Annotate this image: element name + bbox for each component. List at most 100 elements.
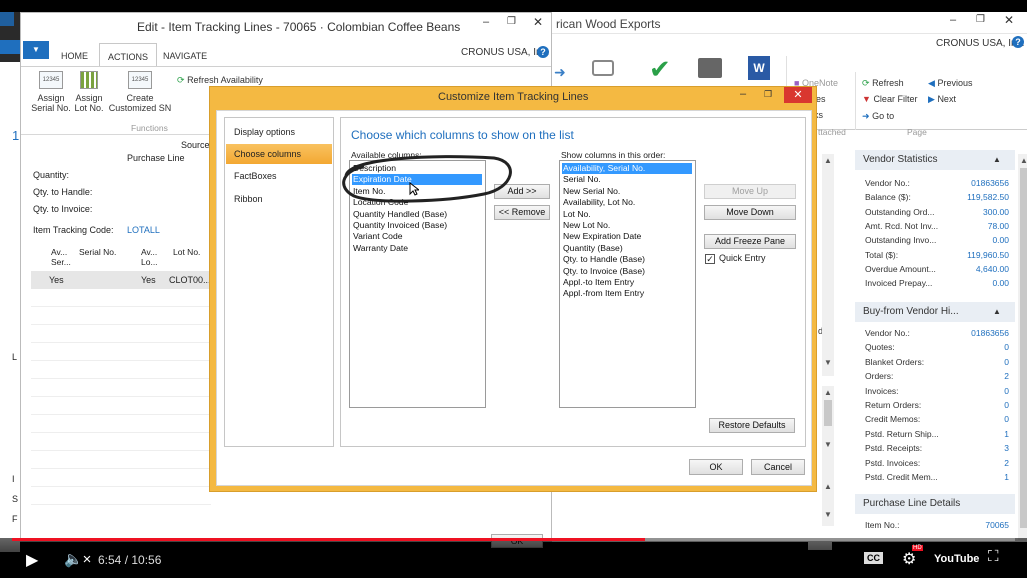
factbox-value[interactable]: 0.00 (992, 235, 1009, 245)
factbox-value[interactable]: 300.00 (983, 207, 1009, 217)
tab-home[interactable]: HOME (53, 47, 96, 65)
lines-scroll-down-icon[interactable]: ▼ (824, 440, 832, 449)
factbox-value[interactable]: 0 (1004, 400, 1009, 410)
factbox-value[interactable]: 01863656 (971, 328, 1009, 338)
list-item[interactable]: Quantity Handled (Base) (352, 209, 482, 220)
factbox-value[interactable]: 1 (1004, 429, 1009, 439)
close-icon[interactable]: ✕ (1004, 13, 1014, 27)
scroll-thumb[interactable] (824, 400, 832, 426)
factbox-value[interactable]: 1 (1004, 472, 1009, 482)
factbox-value[interactable]: 4,640.00 (976, 264, 1009, 274)
purchase-line-details-header[interactable]: Purchase Line Details (855, 494, 1015, 514)
list-item[interactable]: Availability, Lot No. (562, 197, 692, 208)
create-customized-sn-button[interactable]: 12345 Create Customized SN (107, 71, 173, 113)
list-item[interactable]: Availability, Serial No. (562, 163, 692, 174)
volume-muted-icon[interactable]: 🔈× (64, 550, 91, 568)
refresh-availability-button[interactable]: ⟳ Refresh Availability (177, 75, 263, 86)
grid-header-avail-serial[interactable]: Av... Ser... (51, 247, 73, 267)
assign-serial-no-button[interactable]: 12345 Assign Serial No. (27, 71, 75, 113)
list-item[interactable]: Qty. to Handle (Base) (562, 254, 692, 265)
go-to-button[interactable]: ➜ Go to (862, 111, 894, 122)
minimize-icon[interactable]: – (483, 16, 489, 28)
table-row[interactable]: Yes Yes CLOT00... (31, 271, 211, 289)
grid-header-serial-no[interactable]: Serial No. (79, 247, 116, 257)
minimize-icon[interactable]: – (950, 14, 956, 26)
tab-actions[interactable]: ACTIONS (99, 43, 158, 66)
captions-button[interactable]: CC (864, 552, 883, 564)
collapse-icon[interactable]: ▲ (993, 307, 1001, 316)
close-button[interactable]: ✕ (784, 87, 812, 103)
factbox-scroll-thumb[interactable] (1020, 168, 1027, 528)
move-up-button[interactable]: Move Up (704, 184, 796, 199)
factbox-value[interactable]: 119,960.50 (967, 250, 1009, 260)
settings-gear-icon[interactable]: ⚙ (902, 549, 916, 569)
nav-choose-columns[interactable]: Choose columns (226, 144, 332, 164)
factbox-scroll-up-icon[interactable]: ▲ (1020, 156, 1027, 165)
content-scrollbar[interactable]: ▲ ▼ (822, 154, 834, 376)
move-down-button[interactable]: Move Down (704, 205, 796, 220)
nav-ribbon[interactable]: Ribbon (226, 189, 332, 209)
word-icon[interactable]: W (748, 56, 770, 80)
list-item[interactable]: Quantity (Base) (562, 243, 692, 254)
cancel-button[interactable]: Cancel (751, 459, 805, 475)
list-item[interactable]: Warranty Date (352, 243, 482, 254)
factbox-value[interactable]: 70065 (985, 520, 1009, 530)
list-item[interactable]: Serial No. (562, 174, 692, 185)
grid-header-avail-lot[interactable]: Av... Lo... (141, 247, 163, 267)
help-icon[interactable]: ? (1012, 36, 1024, 48)
list-item[interactable]: Appl.-to Item Entry (562, 277, 692, 288)
nav-display-options[interactable]: Display options (226, 122, 332, 142)
maximize-icon[interactable]: ❐ (507, 16, 516, 27)
app-menu-icon[interactable] (0, 40, 20, 54)
scroll-up-icon[interactable]: ▲ (824, 156, 832, 165)
fullscreen-icon[interactable]: ⛶ (988, 548, 999, 565)
minimize-icon[interactable]: – (740, 88, 746, 100)
list-item[interactable]: New Serial No. (562, 186, 692, 197)
list-item[interactable]: New Lot No. (562, 220, 692, 231)
list-item[interactable]: Variant Code (352, 231, 482, 242)
maximize-icon[interactable]: ❐ (976, 14, 985, 25)
previous-button[interactable]: ◀ Previous (928, 78, 972, 89)
comment-icon[interactable] (592, 60, 614, 76)
maximize-icon[interactable]: ❐ (764, 89, 772, 100)
tab-navigate[interactable]: NAVIGATE (155, 47, 215, 65)
play-icon[interactable]: ▶ (26, 550, 38, 570)
assign-lot-no-button[interactable]: Assign Lot No. (73, 71, 105, 113)
vendor-statistics-header[interactable]: Vendor Statistics ▲ (855, 150, 1015, 170)
help-icon[interactable]: ? (537, 46, 549, 58)
factbox-value[interactable]: 0 (1004, 386, 1009, 396)
collapse-up-icon[interactable]: ▲ (824, 482, 832, 491)
ok-button[interactable]: OK (689, 459, 743, 475)
item-tracking-code-link[interactable]: LOTALL (127, 225, 160, 235)
factbox-value[interactable]: 3 (1004, 443, 1009, 453)
dropdown-menu-icon[interactable]: ▼ (23, 41, 49, 59)
factbox-value[interactable]: 78.00 (988, 221, 1009, 231)
list-item[interactable]: Appl.-from Item Entry (562, 288, 692, 299)
refresh-button[interactable]: ⟳ Refresh (862, 78, 904, 89)
list-item[interactable]: Qty. to Invoice (Base) (562, 266, 692, 277)
lines-scrollbar[interactable]: ▲ ▼ ▲ ▼ (822, 386, 834, 526)
factbox-value[interactable]: 0 (1004, 357, 1009, 367)
factbox-value[interactable]: 0.00 (992, 278, 1009, 288)
factbox-scrollbar[interactable]: ▲ (1018, 154, 1027, 540)
scroll-down-icon[interactable]: ▼ (824, 358, 832, 367)
quick-entry-checkbox[interactable]: ✓ (705, 254, 715, 264)
factbox-value[interactable]: 2 (1004, 371, 1009, 381)
grid-header-lot-no[interactable]: Lot No. (173, 247, 200, 257)
restore-defaults-button[interactable]: Restore Defaults (709, 418, 795, 433)
clear-filter-button[interactable]: ▼ Clear Filter (862, 94, 917, 104)
collapse-down-icon[interactable]: ▼ (824, 510, 832, 519)
factbox-value[interactable]: 0 (1004, 414, 1009, 424)
factbox-value[interactable]: 119,582.50 (967, 192, 1009, 202)
checkmark-icon[interactable]: ✔ (649, 54, 671, 85)
factbox-value[interactable]: 2 (1004, 458, 1009, 468)
list-item[interactable]: Quantity Invoiced (Base) (352, 220, 482, 231)
list-item[interactable]: New Expiration Date (562, 231, 692, 242)
add-freeze-pane-button[interactable]: Add Freeze Pane (704, 234, 796, 249)
remove-button[interactable]: << Remove (494, 205, 550, 220)
print-icon[interactable] (698, 58, 722, 78)
collapse-icon[interactable]: ▲ (993, 155, 1001, 164)
close-icon[interactable]: ✕ (533, 15, 543, 29)
shown-columns-list[interactable]: Availability, Serial No. Serial No. New Se… (559, 160, 696, 408)
nav-factboxes[interactable]: FactBoxes (226, 166, 332, 186)
